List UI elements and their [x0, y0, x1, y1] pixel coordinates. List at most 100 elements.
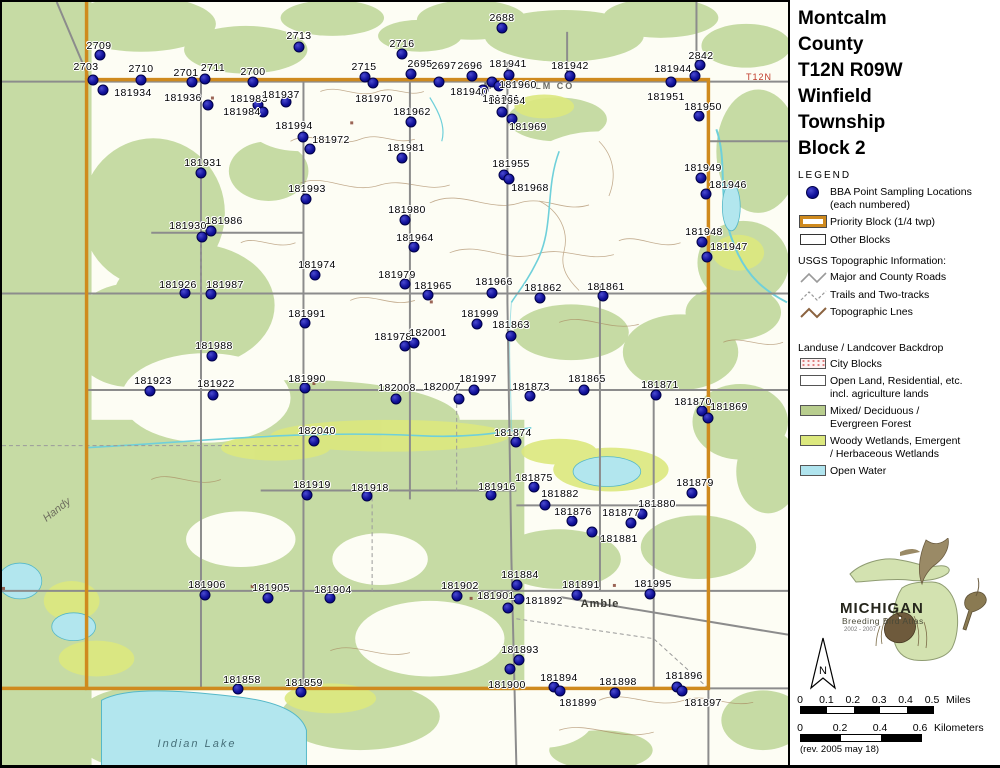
bba-point-label: 181930 [169, 220, 206, 232]
other-swatch-icon [800, 234, 826, 245]
legend-item: Woody Wetlands, Emergent/ Herbaceous Wet… [798, 432, 1000, 462]
bba-point-label: 182001 [409, 327, 446, 339]
bba-point-label: 181922 [197, 378, 234, 390]
bba-point-181970 [368, 78, 379, 89]
scale-tick: 0.4 [873, 722, 888, 734]
bba-point-181900 [505, 664, 516, 675]
bba-point-label: 181968 [511, 182, 548, 194]
place-label: Indian Lake [158, 738, 237, 750]
bba-point-182040 [309, 436, 320, 447]
bba-point-label: 181951 [647, 91, 684, 103]
map-title-line: Montcalm [798, 6, 1000, 32]
bba-point-label: 181882 [541, 488, 578, 500]
legend-item: Other Blocks [798, 231, 1000, 249]
bba-point-label: 181948 [685, 226, 722, 238]
bba-point-181877 [626, 518, 637, 529]
bba-point-181922 [208, 390, 219, 401]
bba-point-181882 [540, 500, 551, 511]
bba-point-181936 [203, 100, 214, 111]
bba-point-181901 [503, 603, 514, 614]
bba-point-label: 181899 [559, 697, 596, 709]
bba-point-label: 181984 [223, 106, 260, 118]
bba-point-181966 [487, 288, 498, 299]
scale-tick: 0 [797, 722, 803, 734]
bba-point-label: 181892 [525, 595, 562, 607]
bba-point-label: 2703 [74, 61, 99, 73]
scale-tick: 0.2 [833, 722, 848, 734]
bba-point-label: 181993 [288, 183, 325, 195]
bba-point-label: 181926 [159, 279, 196, 291]
bba-point-label: 181901 [477, 590, 514, 602]
bba-point-label: 181995 [634, 578, 671, 590]
bba-point-label: 181997 [459, 373, 496, 385]
usgs-header: USGS Topographic Information: [798, 255, 1000, 267]
bba-point-label: 181919 [293, 479, 330, 491]
scale-unit: Miles [946, 694, 971, 706]
bba-point-label: 181937 [262, 89, 299, 101]
bba-point-label: 181950 [684, 101, 721, 113]
bba-point-label: 181869 [710, 401, 747, 413]
bba-point-2697 [434, 77, 445, 88]
bba-point-label: 181916 [478, 481, 515, 493]
bba-point-181899 [555, 686, 566, 697]
forest-swatch-icon [800, 405, 826, 416]
map-title-line: Winfield [798, 84, 1000, 110]
bba-point-label: 2716 [390, 38, 415, 50]
bba-point-2695 [406, 69, 417, 80]
bba-point-181942 [565, 71, 576, 82]
bba-point-label: 181974 [298, 259, 335, 271]
bba-point-label: 181944 [654, 63, 691, 75]
bba-point-label: 181955 [492, 158, 529, 170]
bba-point-181905 [263, 593, 274, 604]
bba-point-label: 181877 [602, 507, 639, 519]
bba-point-label: 181931 [184, 157, 221, 169]
bba-point-181974 [310, 270, 321, 281]
bba-point-label: 181991 [288, 308, 325, 320]
city-swatch-icon [800, 358, 826, 369]
bba-point-181879 [687, 488, 698, 499]
logo-title: MICHIGAN [840, 600, 924, 617]
legend-item: City Blocks [798, 355, 1000, 373]
bba-point-181893 [514, 655, 525, 666]
legend-item-label: BBA Point Sampling Locations [830, 186, 1000, 199]
bba-point-181881 [587, 527, 598, 538]
map-title-line: Township [798, 110, 1000, 136]
legend-item: Trails and Two-tracks [798, 286, 1000, 304]
bba-point-label: 181934 [114, 87, 151, 99]
legend-item: BBA Point Sampling Locations(each number… [798, 183, 1000, 213]
bba-point-label: 181891 [562, 579, 599, 591]
north-letter: N [819, 665, 827, 677]
bba-point-label: 182007 [423, 381, 460, 393]
bba-point-2700 [248, 77, 259, 88]
bba-point-label: 181941 [489, 58, 526, 70]
legend-item: Open Water [798, 462, 1000, 480]
legend-item: Priority Block (1/4 twp) [798, 213, 1000, 231]
bba-point-label: 181918 [351, 482, 388, 494]
bba-point-181948 [697, 237, 708, 248]
bba-point-label: 181863 [492, 319, 529, 331]
bba-point-2710 [136, 75, 147, 86]
legend-item-label: City Blocks [830, 358, 1000, 371]
scale-tick: 0.1 [819, 694, 834, 706]
bba-point-181863 [506, 331, 517, 342]
bba-point-label: 181949 [684, 162, 721, 174]
bba-point-label: 181981 [387, 142, 424, 154]
bba-point-2696 [467, 71, 478, 82]
legend-item-label: Trails and Two-tracks [830, 289, 1000, 302]
bba-point-label: 2842 [689, 50, 714, 62]
bba-point-label: 182008 [378, 382, 415, 394]
legend-item: Topographic Lnes [798, 303, 1000, 321]
bba-point-181892 [514, 594, 525, 605]
bba-point-label: 181879 [676, 477, 713, 489]
bba-point-label: 181965 [414, 280, 451, 292]
bba-point-181898 [610, 688, 621, 699]
topo-line-swatch-icon [800, 306, 828, 320]
scale-tick: 0.4 [898, 694, 913, 706]
map-title-line: County [798, 32, 1000, 58]
bba-point-181986 [206, 226, 217, 237]
bba-point-181981 [397, 153, 408, 164]
scale-segment [881, 735, 921, 741]
bba-point-181919 [302, 490, 313, 501]
bba-point-label: 181970 [355, 93, 392, 105]
bba-point-label: 181990 [288, 373, 325, 385]
